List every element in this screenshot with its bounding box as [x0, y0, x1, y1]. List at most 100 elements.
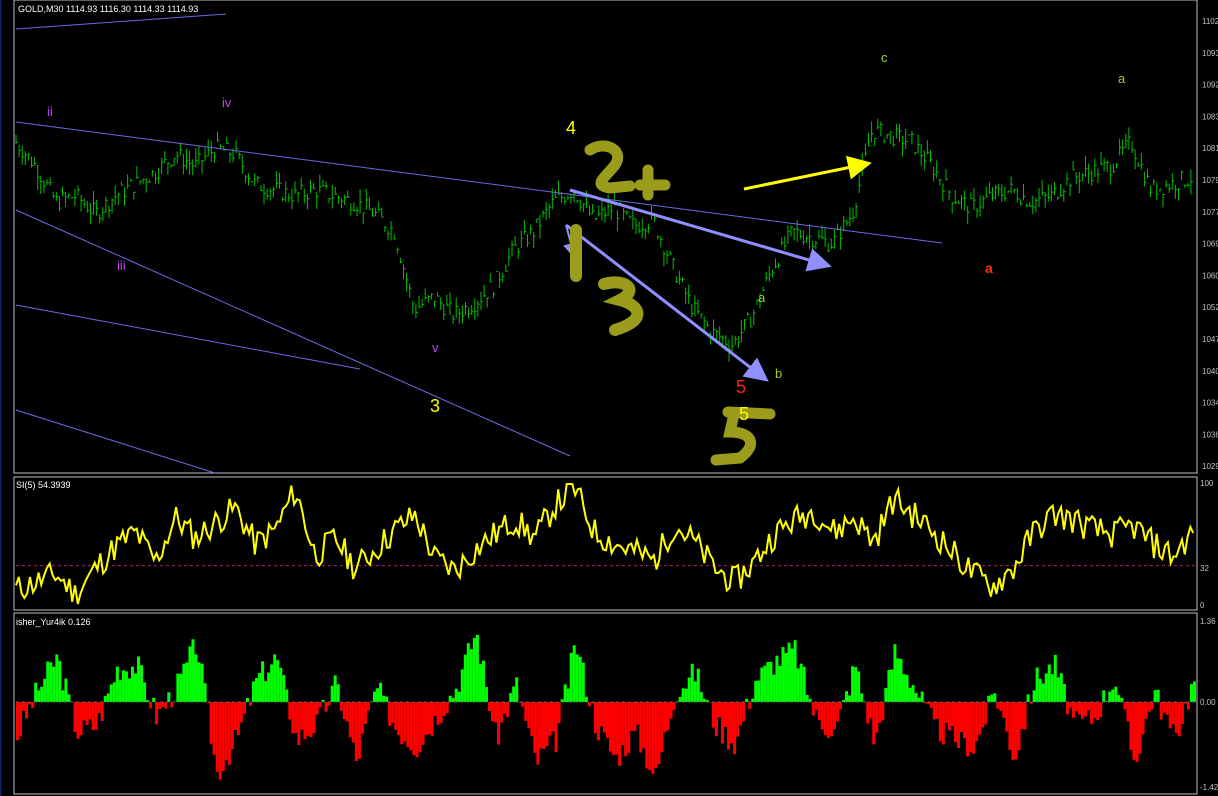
fisher-bar-positive: [775, 655, 779, 702]
fisher-bar-positive: [917, 697, 921, 702]
fisher-bar-negative: [85, 702, 89, 726]
fisher-bar-positive: [757, 680, 761, 702]
si-panel[interactable]: [13, 476, 1198, 611]
fisher-bar-positive: [854, 667, 858, 702]
fisher-bar-negative: [929, 702, 933, 708]
fisher-bar-positive: [460, 669, 464, 702]
fisher-bar-positive: [857, 671, 861, 702]
fisher-bar-positive: [385, 696, 389, 702]
fisher-tick-label: -1.42: [1200, 783, 1218, 792]
fisher-bar-negative: [1078, 702, 1081, 715]
fisher-bar-negative: [239, 702, 243, 723]
fisher-bar-positive: [457, 691, 461, 702]
fisher-bar-positive: [763, 665, 767, 702]
fisher-bar-positive: [887, 669, 891, 702]
fisher-bar-negative: [1138, 702, 1142, 754]
fisher-bar-negative: [727, 702, 731, 750]
fisher-bar-positive: [124, 671, 128, 702]
fisher-bar-negative: [31, 702, 35, 709]
fisher-bar-negative: [935, 702, 939, 719]
fisher-bar-positive: [584, 696, 588, 702]
fisher-bar-negative: [436, 702, 440, 725]
fisher-bar-negative: [409, 702, 413, 751]
fisher-bar-negative: [950, 702, 954, 726]
fisher-bar-negative: [720, 702, 724, 744]
fisher-bar-negative: [79, 702, 83, 736]
fisher-bar-positive: [49, 662, 53, 702]
fisher-bar-negative: [427, 702, 431, 735]
fisher-bar-negative: [1141, 702, 1145, 735]
fisher-bar-negative: [636, 702, 640, 725]
fisher-bar-positive: [893, 644, 897, 702]
fisher-bar-negative: [963, 702, 967, 739]
fisher-bar-negative: [878, 702, 882, 723]
fisher-bar-positive: [484, 687, 488, 702]
fisher-bar-negative: [548, 702, 552, 736]
fisher-bar-negative: [953, 702, 957, 743]
fisher-bar-negative: [494, 702, 498, 723]
fisher-bar-positive: [1047, 664, 1051, 702]
fisher-bar-positive: [200, 663, 204, 702]
fisher-bar-negative: [236, 702, 240, 736]
fisher-bar-negative: [941, 702, 945, 745]
fisher-bar-negative: [536, 702, 540, 765]
main-price-panel[interactable]: [13, 0, 1198, 474]
fisher-bar-negative: [233, 702, 237, 731]
price-tick-label: 1052: [1202, 303, 1218, 312]
si-tick-label: 100: [1200, 479, 1214, 488]
fisher-bar-negative: [1132, 702, 1136, 760]
fisher-bar-positive: [799, 663, 803, 702]
fisher-bar-negative: [388, 702, 392, 726]
fisher-bar-negative: [730, 702, 734, 744]
fisher-bar-negative: [669, 702, 673, 719]
fisher-bar-negative: [811, 702, 815, 716]
fisher-bar-negative: [645, 702, 649, 769]
price-axis: 1102 1093 1092 1083 1081 1079 1077 1069 1060 1052…: [1202, 17, 1218, 471]
fisher-bar-negative: [1150, 702, 1154, 710]
fisher-bar-positive: [793, 640, 797, 702]
fisher-bar-negative: [1096, 702, 1100, 720]
fisher-bar-positive: [203, 683, 207, 702]
wave-label-4: 4: [566, 118, 576, 138]
si-panel-header: SI(5) 54.3939: [16, 480, 71, 490]
fisher-bar-positive: [1038, 678, 1042, 702]
fisher-bar-negative: [294, 702, 298, 733]
fisher-bar-negative: [875, 702, 879, 733]
fisher-bar-negative: [557, 702, 561, 724]
wave-label-a: a: [758, 290, 766, 305]
fisher-bar-negative: [506, 702, 510, 718]
fisher-bar-negative: [1068, 702, 1072, 708]
fisher-bar-negative: [442, 702, 446, 717]
fisher-bar-negative: [932, 702, 936, 720]
fisher-bar-positive: [121, 670, 125, 702]
fisher-tick-label: 0.00: [1200, 698, 1216, 707]
fisher-bar-negative: [826, 702, 830, 738]
fisher-bar-negative: [1074, 702, 1078, 711]
fisher-bar-negative: [1186, 702, 1190, 710]
fisher-bar-negative: [76, 702, 80, 739]
fisher-bar-positive: [152, 697, 156, 702]
fisher-bar-negative: [360, 702, 364, 734]
price-tick-label: 1092: [1202, 81, 1218, 90]
fisher-bar-positive: [285, 689, 289, 702]
fisher-bar-positive: [1041, 683, 1045, 702]
fisher-bar-negative: [960, 702, 963, 732]
fisher-bar-negative: [1168, 702, 1172, 729]
fisher-bar-negative: [415, 702, 419, 758]
fisher-bar-positive: [512, 686, 516, 702]
fisher-bar-negative: [100, 702, 104, 722]
fisher-bar-positive: [109, 684, 113, 702]
price-tick-label: 1083: [1202, 112, 1218, 121]
fisher-bar-negative: [242, 702, 246, 714]
fisher-bar-negative: [1135, 702, 1139, 762]
fisher-bar-negative: [94, 702, 98, 730]
fisher-bar-negative: [1162, 702, 1166, 713]
fisher-bar-negative: [503, 702, 507, 714]
fisher-bar-positive: [805, 694, 809, 702]
fisher-bar-positive: [566, 688, 570, 702]
fisher-bar-negative: [351, 702, 355, 743]
fisher-bar-positive: [475, 634, 479, 702]
wave-label-b: b: [775, 366, 782, 381]
fisher-bar-negative: [587, 702, 591, 707]
fisher-bar-positive: [769, 661, 773, 702]
